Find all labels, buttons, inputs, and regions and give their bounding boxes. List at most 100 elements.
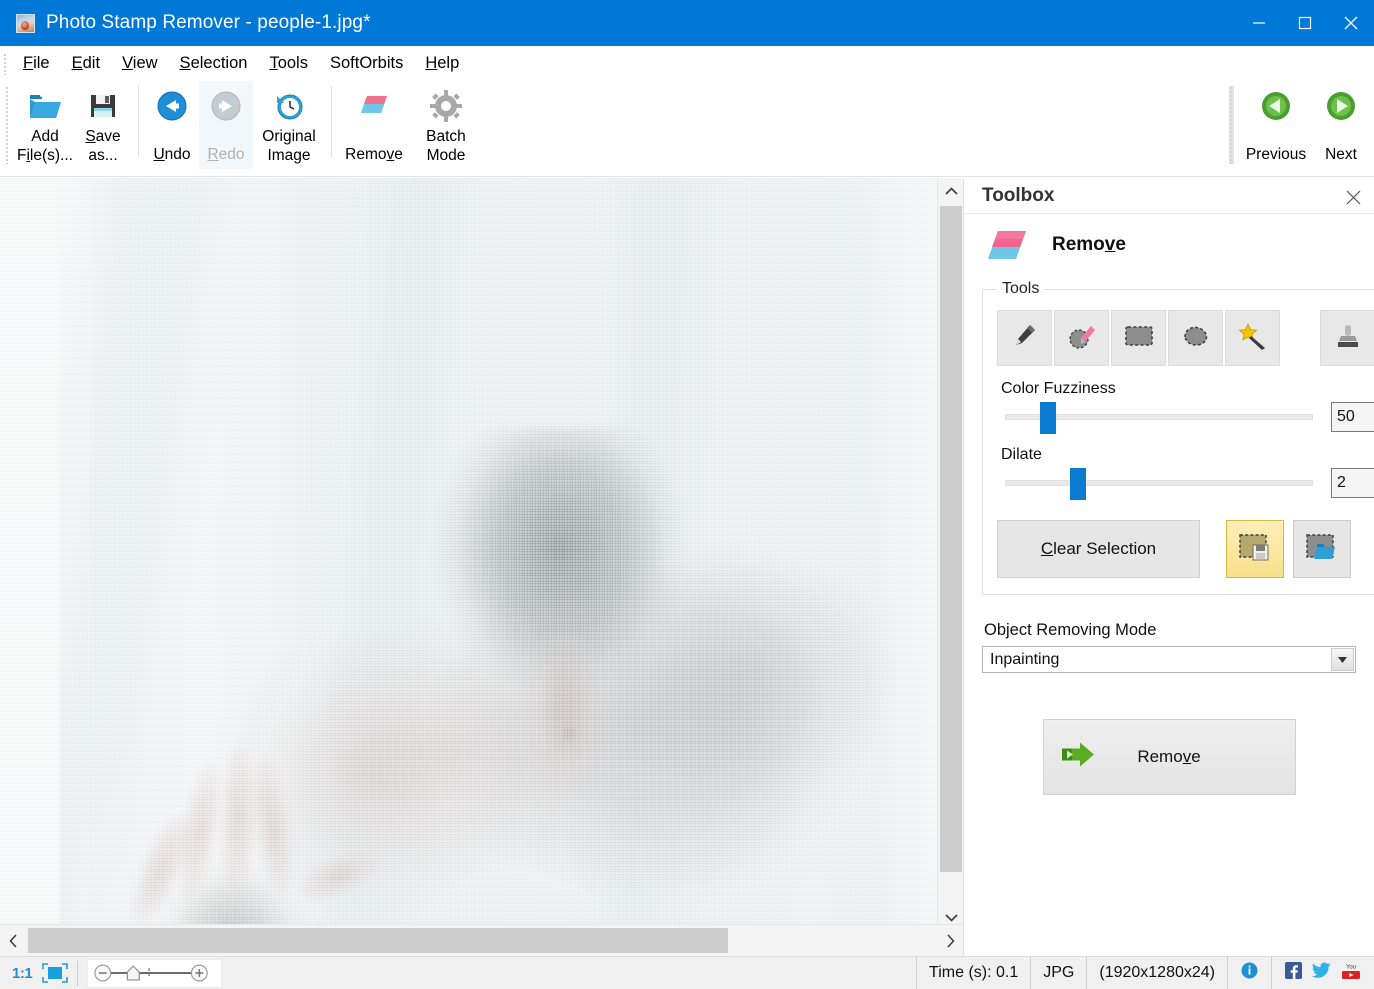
batch-mode-button[interactable]: Batch Mode [410, 81, 482, 169]
clone-stamp-icon [1335, 322, 1361, 355]
dilate-label: Dilate [1001, 446, 1042, 463]
file-format: JPG [1030, 957, 1086, 989]
dilate-value[interactable]: 2 [1331, 468, 1374, 498]
toolbox-section-title: Remove [1052, 234, 1126, 255]
redo-arrow-icon [210, 86, 242, 126]
toolbar-separator-3 [1229, 86, 1234, 164]
toolbox-close-icon[interactable] [1342, 186, 1364, 208]
dilate-row: 2 [997, 468, 1374, 500]
image-canvas[interactable] [0, 178, 937, 930]
magic-wand-icon [1238, 322, 1268, 355]
dilate-slider[interactable] [1005, 468, 1313, 500]
original-image-button[interactable]: Original Image [253, 81, 325, 169]
minimize-button[interactable] [1236, 0, 1282, 46]
chevron-down-icon[interactable] [1331, 648, 1354, 671]
remove-toolbar-button[interactable]: Remove [338, 81, 410, 169]
menu-softorbits[interactable]: SoftOrbits [319, 51, 414, 76]
open-folder-icon [28, 86, 62, 126]
info-icon[interactable] [1241, 962, 1258, 984]
youtube-icon[interactable]: You [1341, 961, 1361, 985]
menu-edit[interactable]: Edit [61, 51, 111, 76]
save-as-label-1: Save [85, 128, 121, 145]
horizontal-scrollbar[interactable] [0, 924, 963, 956]
horizontal-scroll-thumb[interactable] [28, 928, 728, 953]
rectangle-select-tool-button[interactable] [1111, 310, 1166, 366]
social-icons-group: You [1271, 957, 1374, 989]
eraser-brush-icon [1067, 322, 1097, 355]
vertical-scrollbar[interactable] [937, 178, 964, 930]
image-dimensions: (1920x1280x24) [1086, 957, 1227, 989]
menu-selection[interactable]: Selection [169, 51, 259, 76]
status-bar: 1:1 Time (s): 0.1 JPG (1920x1280x24) You [0, 956, 1374, 989]
menu-file[interactable]: File [12, 51, 61, 76]
scroll-up-button[interactable] [938, 178, 964, 204]
redo-button[interactable]: Redo [199, 81, 253, 169]
remove-action-button[interactable]: Remove [1042, 719, 1296, 795]
save-as-label-2: as... [88, 147, 118, 164]
lasso-select-tool-button[interactable] [1168, 310, 1223, 366]
remove-toolbar-label: Remove [345, 146, 403, 163]
add-files-button[interactable]: Add File(s)... [16, 81, 74, 169]
status-info-group [1227, 957, 1271, 989]
close-button[interactable] [1328, 0, 1374, 46]
color-fuzziness-slider[interactable] [1005, 402, 1313, 434]
save-selection-button[interactable] [1226, 520, 1284, 578]
menu-view[interactable]: View [111, 51, 168, 76]
menu-tools[interactable]: Tools [258, 51, 319, 76]
eraser-tool-button[interactable] [1054, 310, 1109, 366]
magic-wand-tool-button[interactable] [1225, 310, 1280, 366]
zoom-slider[interactable] [87, 958, 223, 988]
clock-history-icon [273, 86, 305, 126]
undo-button[interactable]: Undo [145, 81, 199, 169]
toolbar-nav-group: Previous Next [1223, 81, 1370, 169]
rectangle-marquee-icon [1124, 324, 1154, 353]
color-fuzziness-value[interactable]: 50 [1331, 402, 1374, 432]
next-button[interactable]: Next [1312, 81, 1370, 169]
toolbar-grip-icon [5, 86, 10, 164]
toolbar-separator-2 [331, 86, 332, 158]
previous-button[interactable]: Previous [1240, 81, 1312, 169]
menu-grip-icon [3, 52, 8, 75]
clear-selection-label: Clear Selection [1040, 539, 1157, 558]
zoom-ratio-label[interactable]: 1:1 [12, 965, 33, 982]
object-removing-mode-select[interactable]: Inpainting [982, 646, 1356, 673]
add-files-label-2: File(s)... [17, 147, 73, 164]
pencil-icon [1011, 322, 1039, 355]
svg-text:You: You [1346, 964, 1356, 970]
tools-group: Tools Color Fuzziness 50 Dilate 2 Clear … [982, 280, 1374, 595]
object-removing-mode-value: Inpainting [990, 650, 1060, 668]
eraser-icon [984, 227, 1030, 263]
stamp-tool-button[interactable] [1320, 310, 1374, 366]
fit-to-screen-icon[interactable] [42, 963, 68, 983]
color-fuzziness-thumb[interactable] [1039, 402, 1056, 434]
twitter-icon[interactable] [1312, 962, 1331, 984]
vertical-scroll-thumb[interactable] [940, 206, 962, 872]
save-selection-icon [1238, 532, 1272, 567]
toolbar: Add File(s)... Save as... Undo Redo Orig… [0, 81, 1374, 253]
original-image-label-2: Image [267, 147, 311, 164]
load-selection-button[interactable] [1293, 520, 1351, 578]
tool-buttons-row [997, 310, 1374, 366]
green-arrow-icon [1058, 740, 1102, 775]
toolbox-title: Toolbox [982, 184, 1055, 206]
application-window: Photo Stamp Remover - people-1.jpg* File… [0, 0, 1374, 989]
toolbox-section-header: Remove [982, 214, 1356, 276]
maximize-button[interactable] [1282, 0, 1328, 46]
status-divider-1 [77, 960, 79, 986]
app-icon [16, 13, 35, 33]
previous-label: Previous [1245, 146, 1307, 163]
floppy-disk-icon [88, 86, 118, 126]
marker-tool-button[interactable] [997, 310, 1052, 366]
batch-mode-label-2: Mode [426, 147, 466, 164]
scroll-left-button[interactable] [0, 925, 26, 956]
dilate-thumb[interactable] [1070, 468, 1087, 500]
scroll-right-button[interactable] [937, 925, 963, 956]
menu-help[interactable]: Help [414, 51, 470, 76]
facebook-icon[interactable] [1285, 962, 1302, 984]
save-as-button[interactable]: Save as... [74, 81, 132, 169]
clear-selection-button[interactable]: Clear Selection [997, 520, 1200, 578]
original-image-label-1: Original [262, 128, 316, 145]
processing-time: Time (s): 0.1 [916, 957, 1030, 989]
gear-icon [430, 86, 462, 126]
color-fuzziness-label: Color Fuzziness [1001, 380, 1116, 397]
